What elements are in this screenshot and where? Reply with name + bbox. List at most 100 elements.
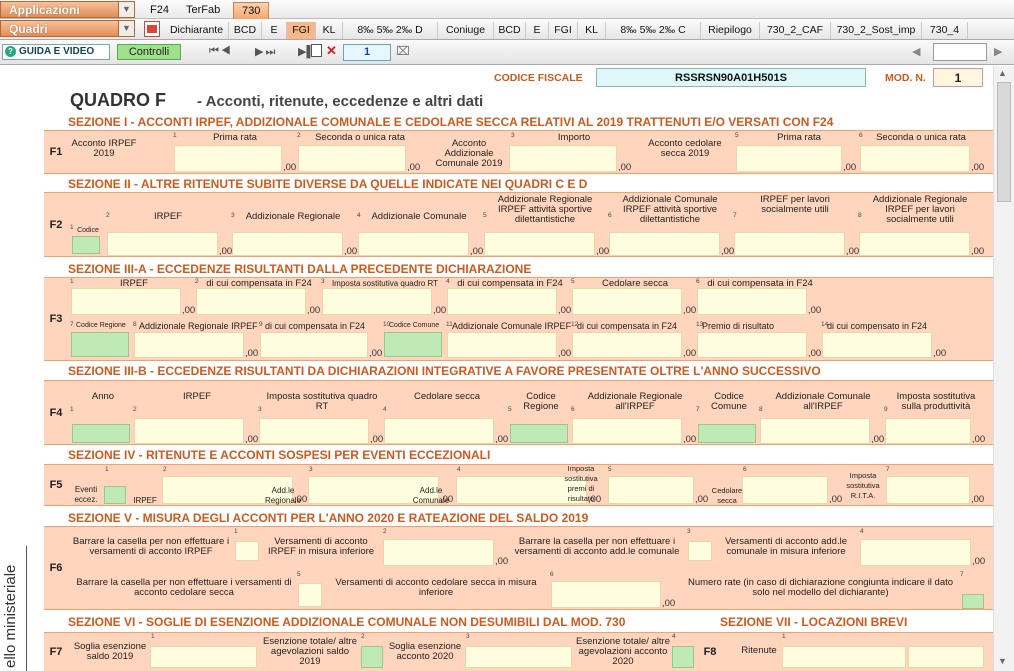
scroll-thumb[interactable] [997, 82, 1011, 202]
vertical-scrollbar[interactable]: ▲ ▼ [993, 66, 1014, 671]
amount-input[interactable] [383, 539, 494, 566]
quadri-tab[interactable]: 8‰ 5‰ 2‰ D [343, 22, 438, 39]
scroll-up-icon[interactable]: ▲ [998, 68, 1007, 78]
field-label: Seconda o unica rata [315, 132, 405, 143]
amount-input[interactable] [572, 332, 682, 358]
amount-input[interactable] [134, 418, 244, 444]
amount-input[interactable] [509, 145, 617, 172]
discard-icon[interactable]: ⌧ [396, 44, 410, 58]
amount-input[interactable] [860, 145, 970, 172]
amount-input[interactable] [760, 418, 870, 444]
code-input[interactable] [672, 646, 694, 668]
first-prev-icons[interactable]: ⏮◀ [209, 45, 233, 58]
quadri-tab[interactable]: KL [316, 22, 343, 39]
quadri-tab[interactable]: BCD [494, 22, 526, 39]
amount-input[interactable] [736, 145, 842, 172]
scroll-left-icon[interactable]: ◀ [912, 45, 920, 58]
quadri-tab[interactable]: 730_2_Sost_imp [831, 22, 922, 39]
amount-input[interactable] [174, 145, 282, 172]
amount-input[interactable] [734, 232, 845, 256]
amount-input[interactable] [859, 232, 970, 256]
amount-input[interactable] [782, 646, 906, 668]
decimal-suffix: ,00 [307, 305, 321, 316]
amount-input[interactable] [886, 476, 970, 504]
amount-input[interactable] [885, 418, 971, 444]
scroll-right-icon[interactable]: ▶ [994, 45, 1002, 58]
new-page-icon[interactable] [311, 44, 322, 57]
code-input[interactable] [361, 646, 383, 668]
chevron-down-icon[interactable]: ▼ [118, 2, 134, 17]
mod-n-field[interactable]: 1 [933, 68, 983, 87]
amount-input[interactable] [298, 145, 406, 172]
amount-input[interactable] [107, 232, 218, 256]
field-label: Soglia esenzione acconto 2020 [388, 641, 462, 662]
scroll-down-icon[interactable]: ▼ [998, 656, 1007, 666]
amount-input[interactable] [232, 232, 343, 256]
quadri-tab[interactable]: Coniuge [438, 22, 494, 39]
quadri-tab[interactable]: FGI [549, 22, 578, 39]
quadri-tab[interactable]: BCD [229, 22, 262, 39]
quadri-tab[interactable]: 8‰ 5‰ 2‰ C [606, 22, 701, 39]
codice-fiscale-field[interactable]: RSSRSN90A01H501S [596, 68, 866, 87]
amount-input[interactable] [822, 332, 932, 358]
quadri-combo[interactable]: Quadri ▼ [0, 20, 135, 37]
amount-input[interactable] [358, 232, 469, 256]
amount-input[interactable] [697, 332, 807, 358]
code-input[interactable] [72, 424, 130, 443]
amount-input[interactable] [908, 646, 984, 668]
amount-input[interactable] [259, 418, 369, 444]
amount-input[interactable] [688, 541, 712, 561]
amount-input[interactable] [322, 288, 432, 315]
amount-input[interactable] [235, 541, 259, 561]
code-input[interactable] [698, 424, 756, 443]
amount-input[interactable] [572, 288, 682, 315]
field-number: 5 [608, 466, 612, 473]
quadri-tab[interactable]: Riepilogo [701, 22, 760, 39]
amount-input[interactable] [465, 646, 572, 668]
search-input[interactable] [933, 43, 987, 61]
amount-input[interactable] [484, 232, 595, 256]
amount-input[interactable] [71, 288, 181, 315]
pdf-icon[interactable] [144, 21, 160, 37]
field-number: 6 [550, 571, 554, 578]
quadri-tab[interactable]: Dichiarante [165, 22, 229, 39]
code-input[interactable] [384, 332, 442, 357]
code-input[interactable] [72, 236, 100, 254]
guida-video-button[interactable]: ? GUIDA E VIDEO [2, 44, 110, 60]
tab-730[interactable]: 730 [233, 2, 270, 19]
page-number-field[interactable]: 1 [343, 44, 391, 61]
amount-input[interactable] [196, 288, 306, 315]
amount-input[interactable] [551, 581, 661, 608]
amount-input[interactable] [150, 646, 257, 668]
code-input[interactable] [104, 486, 126, 504]
amount-input[interactable] [298, 583, 322, 607]
amount-input[interactable] [608, 476, 694, 504]
quadri-tab[interactable]: FGI [287, 22, 316, 39]
amount-input[interactable] [609, 232, 720, 256]
quadri-tab[interactable]: 730_4 [922, 22, 968, 39]
tab-f24[interactable]: F24 [142, 2, 177, 19]
next-last-icons[interactable]: ▶⏭ [255, 45, 277, 59]
field-number: 2 [133, 406, 137, 413]
amount-input[interactable] [447, 288, 557, 315]
code-input[interactable] [510, 424, 568, 443]
code-input[interactable] [71, 332, 129, 357]
tab-terfab[interactable]: TerFab [178, 2, 228, 19]
amount-input[interactable] [260, 332, 368, 358]
amount-input[interactable] [572, 418, 682, 444]
amount-input[interactable] [860, 539, 971, 566]
quadri-tab[interactable]: E [526, 22, 549, 39]
quadri-tab[interactable]: KL [578, 22, 606, 39]
code-input[interactable] [962, 594, 984, 609]
controlli-button[interactable]: Controlli [117, 44, 181, 60]
quadri-tab[interactable]: 730_2_CAF [760, 22, 831, 39]
chevron-down-icon[interactable]: ▼ [118, 21, 134, 36]
quadri-tab[interactable]: E [262, 22, 287, 39]
amount-input[interactable] [384, 418, 494, 444]
amount-input[interactable] [697, 288, 807, 315]
amount-input[interactable] [742, 476, 828, 504]
applicazioni-combo[interactable]: Applicazioni ▼ [0, 1, 135, 18]
amount-input[interactable] [447, 332, 557, 358]
amount-input[interactable] [134, 332, 244, 358]
delete-icon[interactable]: ✕ [326, 43, 337, 59]
